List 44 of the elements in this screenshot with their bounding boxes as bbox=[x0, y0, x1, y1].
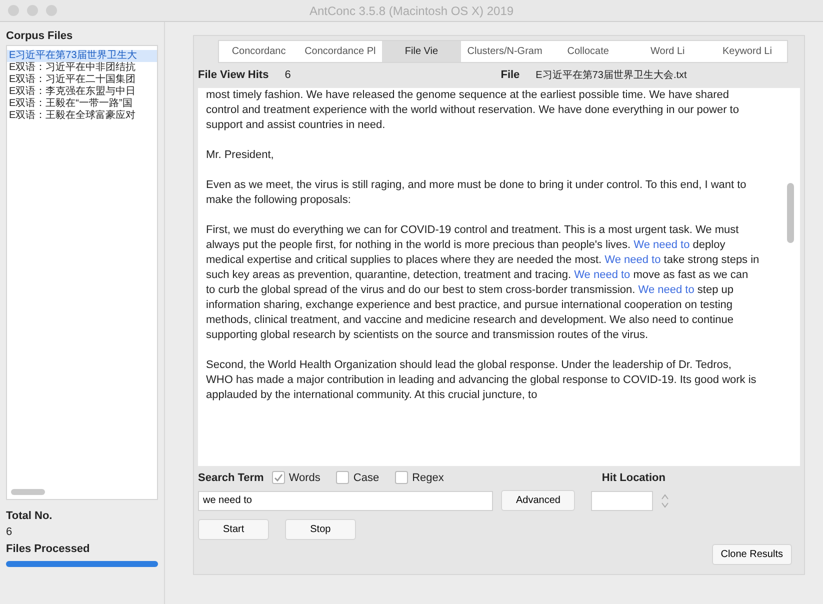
window-title: AntConc 3.5.8 (Macintosh OS X) 2019 bbox=[309, 2, 514, 20]
paragraph: First, we must do everything we can for COVID-19 control and treatment. This is a most urgent task. We must always put the people first, for nothing in the world is more precious than people's lives. We need to deploy medical expertise and critical supplies to places where they are needed the most. We need to take strong steps in such key areas as prevention, quarantine, detection, treatment and tracing. We need to move as fast as we can to curb the global spread of the virus and do our best to stem cross-border transmission. We need to step up information sharing, exchange experience and best practice, and pursue international cooperation on testing methods, clinical treatment, and vaccine and medicine research and development. We also need to continue supporting global research by scientists on the source and transmission routes of the virus. bbox=[206, 222, 760, 342]
advanced-button[interactable]: Advanced bbox=[501, 490, 576, 511]
stepper-icon[interactable] bbox=[661, 492, 670, 508]
search-label: Search Term bbox=[198, 470, 264, 486]
tab[interactable]: Concordanc bbox=[219, 41, 299, 62]
tab[interactable]: Clusters/N-Gram bbox=[461, 41, 548, 62]
zoom-button[interactable] bbox=[46, 5, 57, 16]
minimize-button[interactable] bbox=[27, 5, 38, 16]
clone-results-button[interactable]: Clone Results bbox=[712, 544, 792, 565]
checkbox[interactable] bbox=[336, 471, 350, 484]
scrollbar-thumb[interactable] bbox=[787, 182, 794, 242]
hits-label: File View Hits bbox=[198, 68, 269, 83]
start-button[interactable]: Start bbox=[198, 519, 270, 540]
total-count: 6 bbox=[6, 525, 14, 540]
checkbox[interactable] bbox=[395, 471, 408, 484]
checkbox-label: Case bbox=[353, 470, 380, 486]
file-label: File bbox=[500, 68, 520, 83]
checkbox-label: Words bbox=[288, 470, 320, 486]
paragraph: Second, the World Health Organization should lead the global response. Under the leadership of Dr. Tedros, WHO has made a major contribution in leading and advancing the global response to COVID-19. Its good work is applauded by the international community. At this crucial juncture, to bbox=[206, 358, 758, 402]
paragraph: Even as we meet, the virus is still raging, and more must be done to bring it under control. To this end, I want to make the following proposals: bbox=[206, 178, 748, 208]
tab[interactable]: Keyword Li bbox=[707, 41, 787, 62]
close-button[interactable] bbox=[8, 5, 19, 16]
search-field[interactable]: we need to bbox=[198, 490, 493, 510]
tab[interactable]: File Vie bbox=[382, 41, 462, 62]
checkbox[interactable] bbox=[272, 471, 285, 484]
total-label: Total No. bbox=[6, 508, 54, 524]
progress-label: Files Processed bbox=[6, 542, 91, 556]
file-item[interactable]: E习近平在第73届世界卫生大 bbox=[7, 50, 157, 62]
file-item[interactable]: E双语：习近平在二十国集团 bbox=[7, 74, 157, 86]
stop-button[interactable]: Stop bbox=[285, 519, 356, 540]
paragraph: most timely fashion. We have released the genome sequence at the earliest possible time. We have shared control and treatment experience with the world without reservation. We have done everything in our power to support and assist countries in need. bbox=[206, 88, 740, 132]
hit-location-field[interactable] bbox=[591, 490, 654, 510]
hits-count: 6 bbox=[284, 68, 292, 83]
tab[interactable]: Collocate bbox=[548, 41, 628, 62]
file-item[interactable]: E双语：习近平在中非团结抗 bbox=[7, 62, 157, 74]
hit-location-label: Hit Location bbox=[602, 470, 666, 486]
paragraph: Mr. President, bbox=[206, 148, 275, 162]
tab[interactable]: Word Li bbox=[628, 41, 708, 62]
checkbox-label: Regex bbox=[412, 470, 444, 486]
scrollbar-thumb[interactable] bbox=[11, 488, 45, 494]
tab[interactable]: Concordance Pl bbox=[298, 41, 382, 62]
panel-heading: Corpus Files bbox=[6, 29, 74, 44]
file-name: E习近平在第73届世界卫生大会.txt bbox=[536, 68, 687, 83]
